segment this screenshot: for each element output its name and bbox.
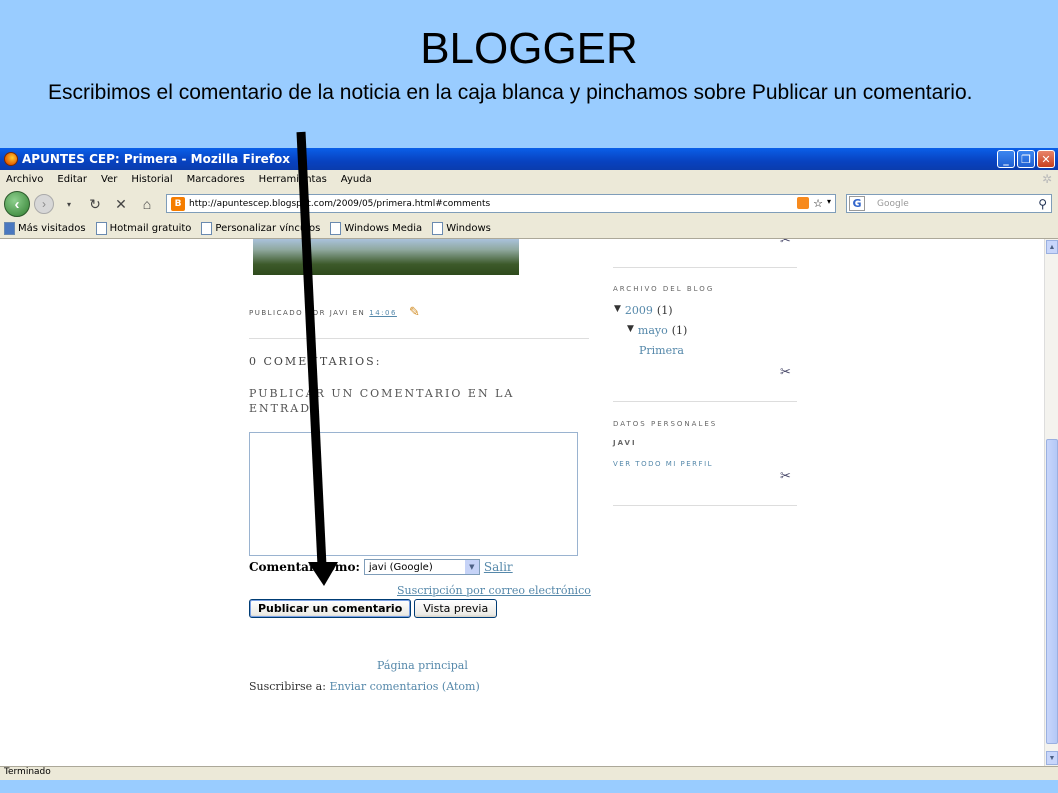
scroll-down-icon[interactable]: ▼: [1046, 751, 1058, 765]
comments-count: 0 COMENTARIOS:: [249, 355, 382, 368]
url-text[interactable]: http://apuntescep.blogspot.com/2009/05/p…: [189, 199, 797, 209]
publish-comment-button[interactable]: Publicar un comentario: [249, 599, 412, 618]
page-icon: [201, 222, 213, 235]
title-bar: APUNTES CEP: Primera - Mozilla Firefox _…: [0, 148, 1058, 170]
forward-icon[interactable]: ›: [34, 194, 54, 214]
scroll-thumb[interactable]: [1046, 439, 1058, 744]
divider: [249, 338, 589, 339]
page-icon: [95, 222, 107, 235]
back-icon[interactable]: ‹: [4, 191, 30, 217]
preview-button[interactable]: Vista previa: [414, 599, 498, 618]
home-link[interactable]: Página principal: [377, 659, 468, 672]
triangle-down-icon[interactable]: ▼: [614, 304, 621, 317]
close-icon[interactable]: ✕: [1037, 150, 1055, 168]
star-icon[interactable]: ☆: [813, 197, 823, 210]
profile-link[interactable]: VER TODO MI PERFIL: [613, 460, 713, 468]
profile-name: JAVI: [613, 439, 637, 447]
menu-herramientas[interactable]: Herramientas: [259, 174, 327, 185]
search-icon[interactable]: ⚲: [1038, 197, 1047, 211]
logout-link[interactable]: Salir: [484, 560, 513, 574]
slide-title: BLOGGER: [420, 24, 638, 73]
slide-description: Escribimos el comentario de la noticia e…: [48, 81, 973, 104]
post-comment-heading: PUBLICAR UN COMENTARIO EN LA ENTRADA: [249, 387, 515, 415]
url-bar[interactable]: B http://apuntescep.blogspot.com/2009/05…: [166, 194, 836, 213]
search-input[interactable]: G Google ⚲: [846, 194, 1052, 213]
window-title: APUNTES CEP: Primera - Mozilla Firefox: [22, 152, 291, 166]
edit-pencil-icon[interactable]: ✎: [409, 305, 421, 320]
menu-historial[interactable]: Historial: [131, 174, 172, 185]
scroll-up-icon[interactable]: ▲: [1046, 240, 1058, 254]
navigation-toolbar: ‹ › ▾ ↻ ✕ ⌂ B http://apuntescep.blogspot…: [0, 189, 1058, 219]
bookmark-folder-icon: [4, 222, 15, 235]
divider: [613, 267, 797, 268]
menu-marcadores[interactable]: Marcadores: [187, 174, 245, 185]
blogger-favicon-icon: B: [171, 196, 185, 211]
archive-year: ▼ 2009 (1): [614, 304, 673, 317]
rss-icon[interactable]: [797, 197, 810, 209]
throbber-icon: ✲: [1041, 172, 1052, 186]
stop-icon[interactable]: ✕: [110, 193, 132, 215]
page-content: PUBLICADO POR JAVI EN 14:06 ✎ 0 COMENTAR…: [0, 239, 1044, 766]
profile-heading: DATOS PERSONALES: [613, 420, 718, 428]
archive-post-link[interactable]: Primera: [639, 344, 684, 357]
bookmark-mas-visitados[interactable]: Más visitados: [4, 222, 86, 235]
archive-month-link[interactable]: mayo: [638, 324, 668, 337]
bookmarks-toolbar: Más visitados Hotmail gratuito Personali…: [0, 219, 1058, 239]
status-bar: Terminado: [0, 766, 1058, 780]
restore-icon[interactable]: ❐: [1017, 150, 1035, 168]
firefox-icon: [4, 152, 18, 166]
menu-bar: Archivo Editar Ver Historial Marcadores …: [0, 170, 1058, 189]
bookmark-windows-media[interactable]: Windows Media: [330, 222, 422, 235]
menu-editar[interactable]: Editar: [57, 174, 87, 185]
bookmark-windows[interactable]: Windows: [432, 222, 491, 235]
wrench-icon[interactable]: ✂: [780, 469, 791, 484]
reload-icon[interactable]: ↻: [84, 193, 106, 215]
post-image: [253, 239, 519, 275]
archive-heading: ARCHIVO DEL BLOG: [613, 285, 715, 293]
subscribe-label: Suscribirse a:: [249, 680, 326, 693]
comment-as-row: Comentar como: javi (Google) ▼ Salir: [249, 559, 513, 575]
page-icon: [330, 222, 342, 235]
divider: [613, 401, 797, 402]
post-time-link[interactable]: 14:06: [369, 309, 397, 317]
identity-select[interactable]: javi (Google) ▼: [363, 559, 480, 575]
post-footer: PUBLICADO POR JAVI EN 14:06 ✎: [249, 305, 421, 320]
archive-year-count: (1): [656, 304, 673, 317]
archive-year-link[interactable]: 2009: [625, 304, 653, 317]
wrench-icon[interactable]: ✂: [780, 239, 791, 248]
atom-feed-link[interactable]: Enviar comentarios (Atom): [329, 680, 479, 693]
vertical-scrollbar[interactable]: ▲ ▼: [1044, 239, 1058, 766]
menu-ayuda[interactable]: Ayuda: [341, 174, 372, 185]
url-dropdown-icon[interactable]: ▾: [827, 197, 831, 210]
comment-as-label: Comentar como:: [249, 560, 360, 574]
browser-window: APUNTES CEP: Primera - Mozilla Firefox _…: [0, 148, 1058, 780]
menu-ver[interactable]: Ver: [101, 174, 117, 185]
triangle-down-icon[interactable]: ▼: [627, 324, 634, 337]
home-icon[interactable]: ⌂: [136, 193, 158, 215]
bookmark-hotmail[interactable]: Hotmail gratuito: [95, 222, 191, 235]
form-buttons: Publicar un comentario Vista previa: [249, 599, 498, 618]
search-placeholder: Google: [877, 198, 909, 209]
google-icon[interactable]: G: [849, 196, 865, 211]
archive-month: ▼ mayo (1): [627, 324, 687, 337]
minimize-icon[interactable]: _: [997, 150, 1015, 168]
subscribe-line: Suscribirse a: Enviar comentarios (Atom): [249, 680, 480, 693]
comment-textarea[interactable]: [249, 432, 578, 556]
wrench-icon[interactable]: ✂: [780, 365, 791, 380]
email-subscribe-link[interactable]: Suscripción por correo electrónico: [397, 584, 591, 597]
menu-archivo[interactable]: Archivo: [6, 174, 43, 185]
bookmark-personalizar[interactable]: Personalizar vínculos: [201, 222, 320, 235]
divider: [613, 505, 797, 506]
chevron-down-icon[interactable]: ▼: [464, 560, 479, 574]
page-icon: [432, 222, 444, 235]
published-by: PUBLICADO POR JAVI EN: [249, 308, 366, 317]
archive-month-count: (1): [671, 324, 688, 337]
history-dropdown-icon[interactable]: ▾: [58, 193, 80, 215]
